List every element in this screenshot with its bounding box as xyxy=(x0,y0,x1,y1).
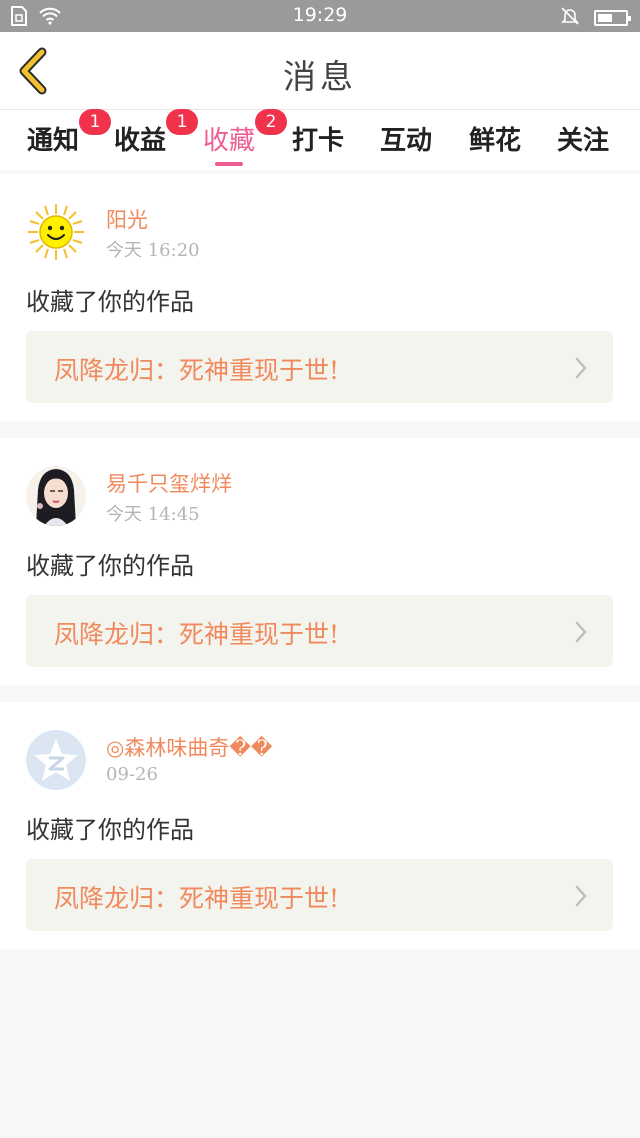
tab-notice[interactable]: 通知 1 xyxy=(27,109,111,157)
tab-follow[interactable]: 关注 xyxy=(557,120,609,157)
mute-bell-icon xyxy=(560,6,580,30)
tab-label: 通知 xyxy=(27,126,80,156)
sun-icon xyxy=(26,202,86,262)
battery-icon xyxy=(594,10,631,26)
message-card: ◎森林味曲奇�� 09-26 收藏了你的作品 凤降龙归：死神重现于世! xyxy=(0,702,640,949)
user-name[interactable]: 易千只玺烊烊 xyxy=(106,468,232,498)
work-title: 凤降龙归：死神重现于世! xyxy=(54,884,340,913)
message-time: 今天 16:20 xyxy=(106,240,200,261)
tab-earnings[interactable]: 收益 1 xyxy=(114,109,198,157)
message-text: 收藏了你的作品 xyxy=(26,288,194,316)
message-text: 收藏了你的作品 xyxy=(26,552,194,580)
user-name[interactable]: ◎森林味曲奇�� xyxy=(106,732,272,762)
avatar[interactable] xyxy=(26,466,86,526)
message-card: 易千只玺烊烊 今天 14:45 收藏了你的作品 凤降龙归：死神重现于世! xyxy=(0,438,640,685)
status-bar: 19:29 xyxy=(0,0,640,32)
tab-label: 打卡 xyxy=(292,126,345,156)
user-name[interactable]: 阳光 xyxy=(106,204,148,234)
chevron-right-icon xyxy=(575,621,587,647)
work-link[interactable]: 凤降龙归：死神重现于世! xyxy=(26,859,613,931)
tab-label: 关注 xyxy=(557,126,610,156)
message-time: 09-26 xyxy=(106,764,158,785)
clock: 19:29 xyxy=(292,4,348,26)
tab-favorites[interactable]: 收藏 2 xyxy=(203,109,287,166)
work-link[interactable]: 凤降龙归：死神重现于世! xyxy=(26,331,613,403)
work-title: 凤降龙归：死神重现于世! xyxy=(54,356,340,385)
tab-label: 互动 xyxy=(380,126,433,156)
unread-badge: 1 xyxy=(166,109,198,135)
unread-badge: 1 xyxy=(79,109,111,135)
message-card: 阳光 今天 16:20 收藏了你的作品 凤降龙归：死神重现于世! xyxy=(0,174,640,421)
page-title: 消息 xyxy=(283,57,357,96)
chevron-right-icon xyxy=(575,357,587,383)
tab-interaction[interactable]: 互动 xyxy=(380,120,432,157)
tab-label: 收益 xyxy=(114,126,167,156)
message-text: 收藏了你的作品 xyxy=(26,816,194,844)
message-time: 今天 14:45 xyxy=(106,504,200,525)
active-tab-indicator xyxy=(215,162,244,166)
tab-bar: 通知 1 收益 1 收藏 2 打卡 互动 鲜花 关注 xyxy=(0,109,640,170)
tab-label: 鲜花 xyxy=(469,126,522,156)
avatar[interactable] xyxy=(26,730,86,790)
work-link[interactable]: 凤降龙归：死神重现于世! xyxy=(26,595,613,667)
avatar[interactable] xyxy=(26,202,86,262)
nav-bar: 消息 xyxy=(0,32,640,110)
qzone-star-icon xyxy=(26,730,86,790)
unread-badge: 2 xyxy=(255,109,287,135)
tab-flowers[interactable]: 鲜花 xyxy=(469,120,521,157)
work-title: 凤降龙归：死神重现于世! xyxy=(54,620,340,649)
chevron-right-icon xyxy=(575,885,587,911)
tab-label: 收藏 xyxy=(203,126,256,156)
girl-portrait xyxy=(26,466,86,526)
tab-checkin[interactable]: 打卡 xyxy=(292,120,344,157)
